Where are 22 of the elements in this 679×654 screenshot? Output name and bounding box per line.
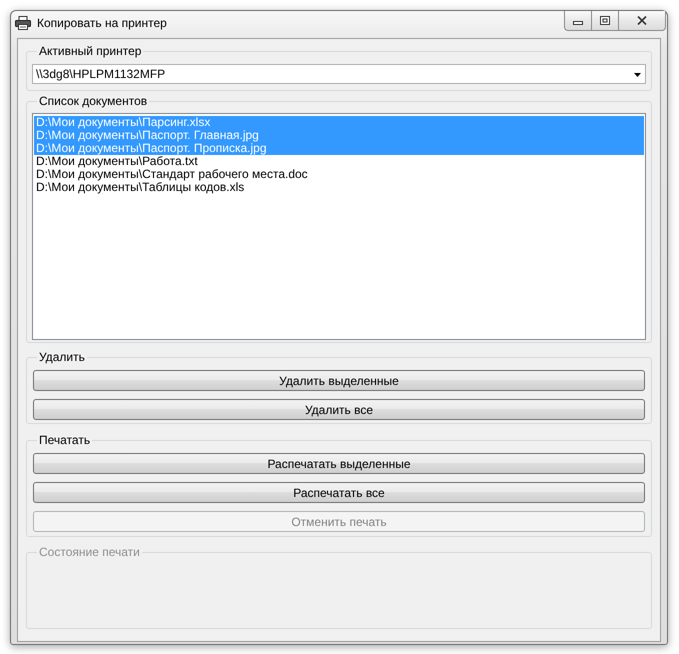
maximize-icon: [600, 16, 610, 25]
caret-icon: [634, 73, 641, 77]
group-label: Удалить: [38, 350, 86, 364]
minimize-button[interactable]: [564, 11, 591, 31]
maximize-button[interactable]: [591, 11, 619, 31]
delete-selected-button[interactable]: Удалить выделенные: [33, 370, 645, 391]
close-icon: [637, 16, 647, 25]
group-label: Состояние печати: [38, 545, 141, 559]
printer-icon: [15, 16, 31, 30]
list-item[interactable]: D:\Мои документы\Стандарт рабочего места.doc: [34, 168, 644, 181]
group-label: Список документов: [38, 94, 148, 108]
window-title: Копировать на принтер: [37, 16, 167, 31]
minimize-icon: [573, 21, 583, 25]
list-item[interactable]: D:\Мои документы\Работа.txt: [34, 155, 644, 168]
group-label: Активный принтер: [38, 44, 142, 58]
delete-all-button[interactable]: Удалить все: [33, 399, 645, 420]
close-button[interactable]: [619, 11, 666, 31]
group-label: Печатать: [38, 433, 92, 447]
print-selected-button[interactable]: Распечатать выделенные: [33, 453, 645, 474]
list-item[interactable]: D:\Мои документы\Таблицы кодов.xls: [34, 181, 644, 194]
print-all-button[interactable]: Распечатать все: [33, 482, 645, 503]
printer-dropdown[interactable]: \\3dg8\HPLPM1132MFP: [32, 64, 646, 84]
